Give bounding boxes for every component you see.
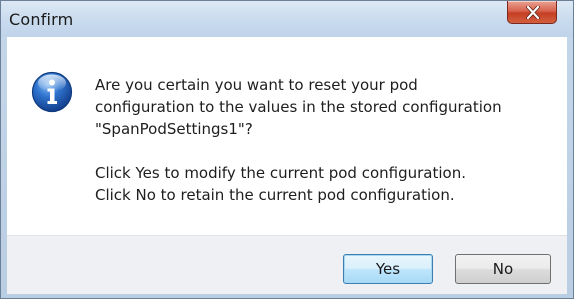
confirmation-question: Are you certain you want to reset your p… (95, 76, 502, 138)
info-icon (31, 71, 73, 113)
confirmation-instructions: Click Yes to modify the current pod conf… (95, 164, 466, 204)
no-button[interactable]: No (455, 254, 551, 284)
title-bar[interactable]: Confirm (1, 1, 573, 37)
message-text: Are you certain you want to reset your p… (95, 74, 555, 206)
close-button[interactable] (507, 1, 557, 24)
message-area: Are you certain you want to reset your p… (7, 37, 567, 235)
close-icon (526, 6, 540, 19)
yes-button[interactable]: Yes (343, 254, 433, 284)
window-title: Confirm (9, 10, 74, 29)
button-bar: Yes No (7, 235, 567, 294)
confirm-dialog: Confirm Are you certain you want to rese… (0, 0, 574, 299)
